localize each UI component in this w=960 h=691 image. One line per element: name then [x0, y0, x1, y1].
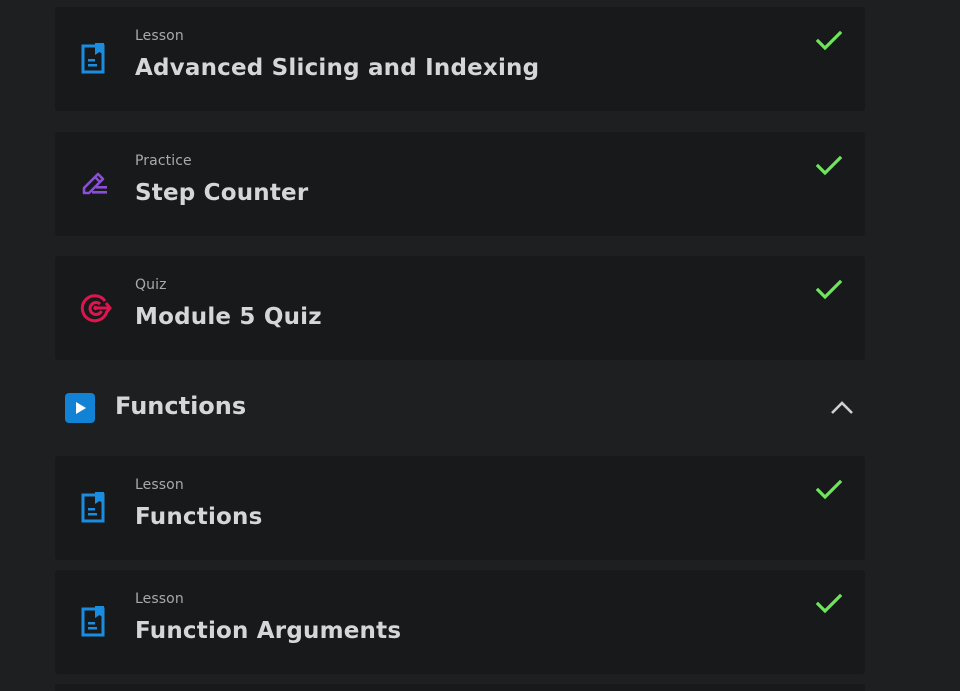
check-icon [815, 278, 843, 302]
check-icon [815, 592, 843, 616]
pencil-icon [79, 167, 111, 201]
item-type-label: Practice [135, 153, 192, 169]
module-title: Functions [115, 392, 247, 420]
item-type-label: Lesson [135, 477, 184, 493]
lesson-doc-icon [79, 605, 111, 639]
item-title[interactable]: Advanced Slicing and Indexing [135, 55, 539, 81]
lesson-item[interactable]: Lesson Function Arguments [55, 570, 865, 674]
lesson-item-partial[interactable] [55, 684, 865, 691]
practice-item[interactable]: Practice Step Counter [55, 132, 865, 236]
check-icon [815, 154, 843, 178]
item-title[interactable]: Step Counter [135, 180, 308, 206]
lesson-item[interactable]: Lesson Functions [55, 456, 865, 560]
item-title[interactable]: Module 5 Quiz [135, 304, 322, 330]
module-header[interactable]: Functions [55, 372, 865, 444]
lesson-doc-icon [79, 42, 111, 76]
lesson-doc-icon [79, 491, 111, 525]
item-title[interactable]: Functions [135, 504, 263, 530]
item-type-label: Lesson [135, 28, 184, 44]
target-icon [79, 291, 112, 325]
course-outline: Lesson Advanced Slicing and Indexing Pra… [0, 0, 960, 691]
item-type-label: Quiz [135, 277, 167, 293]
lesson-item[interactable]: Lesson Advanced Slicing and Indexing [55, 7, 865, 111]
item-title[interactable]: Function Arguments [135, 618, 401, 644]
quiz-item[interactable]: Quiz Module 5 Quiz [55, 256, 865, 360]
item-type-label: Lesson [135, 591, 184, 607]
chevron-up-icon[interactable] [829, 398, 855, 416]
play-icon [65, 393, 95, 423]
check-icon [815, 478, 843, 502]
check-icon [815, 29, 843, 53]
